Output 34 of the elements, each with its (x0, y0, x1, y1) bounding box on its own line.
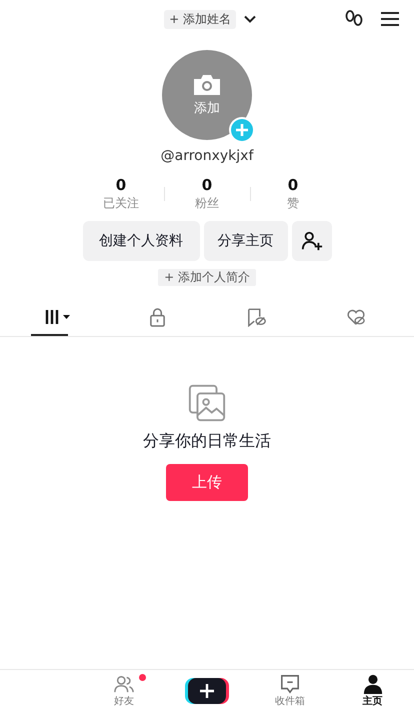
stat-value: 0 (116, 176, 126, 194)
profile-action-button[interactable]: 分享主页 (204, 221, 288, 261)
stat-value: 0 (202, 176, 212, 194)
friends-nav-item[interactable]: 好友 (113, 674, 136, 708)
avatar-label: 添加 (194, 100, 220, 117)
heart-hidden-icon (346, 308, 366, 326)
username: @arronxykjxf (160, 148, 255, 164)
upload-button[interactable]: 上传 (166, 464, 248, 501)
add-plus-icon[interactable] (228, 116, 256, 144)
stat-label: 已关注 (103, 195, 139, 212)
menu-icon[interactable] (380, 11, 400, 27)
add-person-icon (300, 230, 322, 252)
person-icon (362, 674, 383, 694)
plus-icon (198, 683, 215, 699)
add-friend-button[interactable] (292, 221, 332, 261)
footprints-icon[interactable] (344, 9, 364, 29)
empty-message: 分享你的日常生活 (143, 431, 271, 452)
stat-value: 0 (288, 176, 298, 194)
add-name-button[interactable]: + 添加姓名 (164, 10, 236, 28)
inbox-nav-item[interactable]: 收件箱 (274, 674, 305, 708)
create-button[interactable] (188, 678, 226, 704)
stat-label: 赞 (287, 195, 299, 212)
camera-icon (192, 73, 222, 97)
bookmark-hidden-icon (246, 308, 267, 326)
chevron-down-icon[interactable] (244, 15, 256, 23)
photos-icon (187, 383, 227, 423)
friends-icon (113, 674, 136, 694)
message-icon (280, 674, 300, 694)
profile-nav-item[interactable]: 主页 (362, 674, 383, 708)
profile-action-button[interactable]: 创建个人资料 (82, 221, 200, 261)
add-bio-button[interactable]: + 添加个人简介 (158, 269, 256, 286)
lock-icon (148, 308, 166, 326)
grid-icon (44, 309, 71, 325)
stat-label: 粉丝 (195, 195, 219, 212)
